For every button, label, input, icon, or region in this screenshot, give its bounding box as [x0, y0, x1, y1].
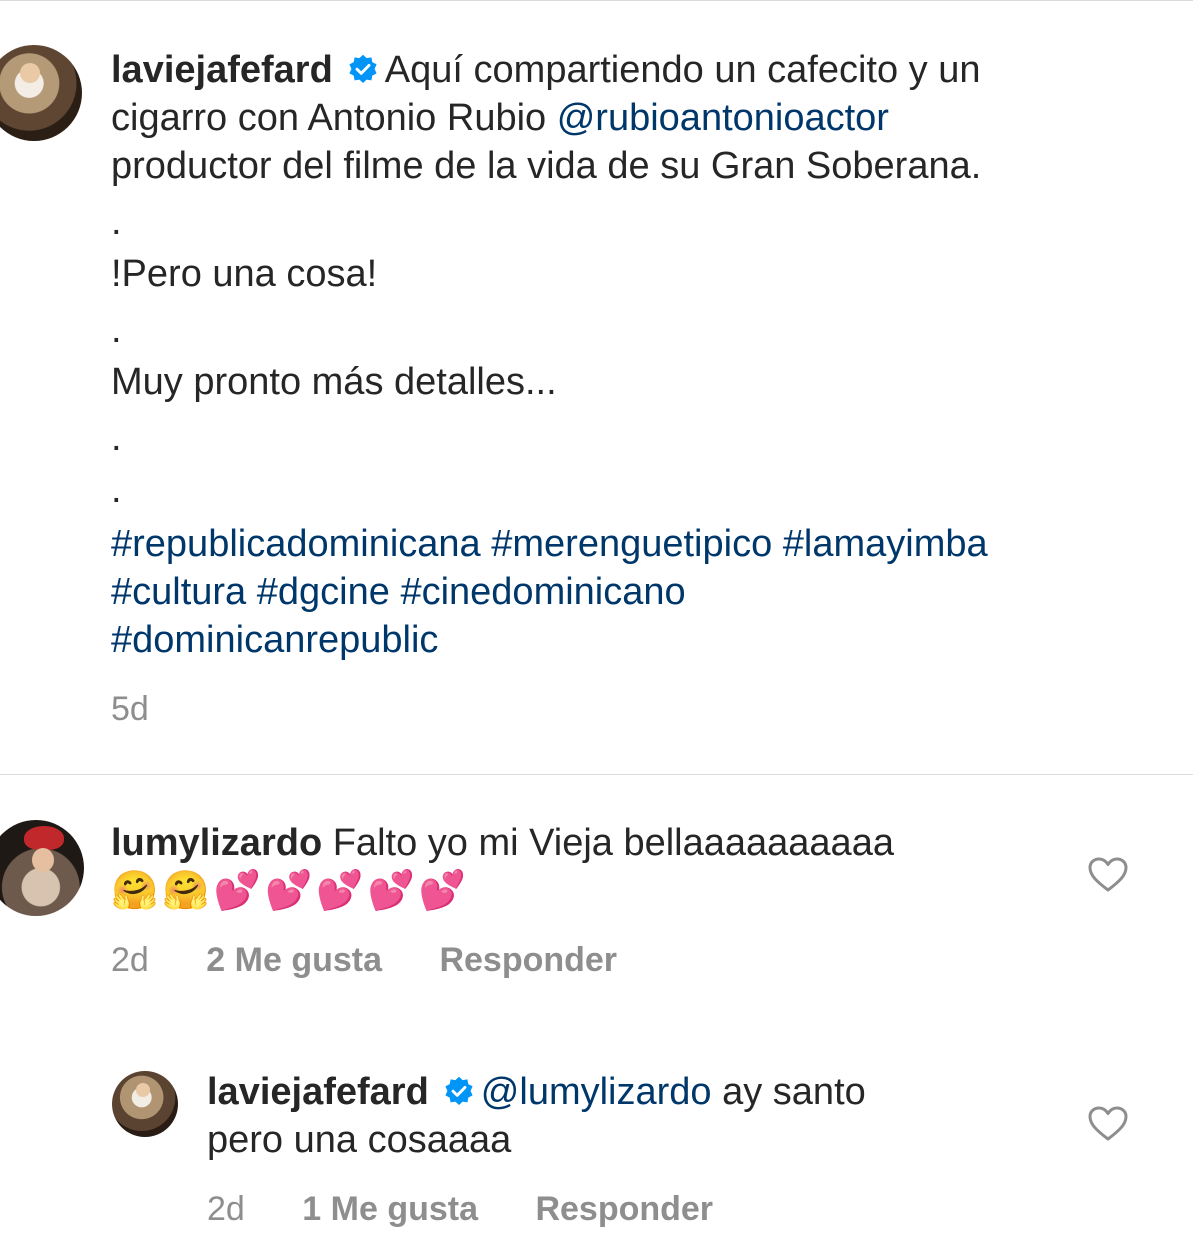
verified-badge-icon [349, 54, 377, 83]
post-timestamp: 5d [111, 689, 197, 729]
caption-dot: . [111, 469, 122, 511]
hashtag-line-1: #republicadominicana #merenguetipico #la… [111, 520, 988, 568]
hashtag-link[interactable]: #cultura [111, 571, 246, 613]
caption-line-3: productor del filme de la vida de su Gra… [111, 145, 982, 187]
post-username[interactable]: laviejafefard [111, 49, 333, 91]
avatar[interactable] [112, 1071, 178, 1137]
hashtag-line-3: #dominicanrepublic [111, 616, 438, 664]
comment-text: Falto yo mi Vieja bellaaaaaaaaaa [332, 822, 894, 864]
reply-likes[interactable]: 1 Me gusta [302, 1190, 478, 1228]
hashtag-link[interactable]: #lamayimba [783, 523, 988, 565]
reply-username[interactable]: laviejafefard [207, 1071, 429, 1113]
comment-time[interactable]: 2d [111, 941, 149, 979]
hashtag-link[interactable]: #cinedominicano [400, 571, 685, 613]
post-time[interactable]: 5d [111, 690, 149, 728]
reply-meta: 2d 1 Me gusta Responder [207, 1189, 761, 1229]
hashtag-link[interactable]: #merenguetipico [491, 523, 772, 565]
reply-line-2: pero una cosaaaa [207, 1119, 512, 1161]
comment-meta: 2d 2 Me gusta Responder [111, 940, 665, 980]
caption-line-2: cigarro con Antonio Rubio @rubioantonioa… [111, 94, 889, 142]
reply-line-1: laviejafefard @lumylizardo ay santo [207, 1068, 866, 1116]
avatar[interactable] [0, 820, 84, 916]
caption-line-1: laviejafefard Aquí compartiendo un cafeci… [111, 46, 981, 94]
heart-icon[interactable] [1088, 857, 1128, 893]
heart-icon[interactable] [1088, 1106, 1128, 1142]
hashtag-link[interactable]: #dominicanrepublic [111, 619, 438, 661]
reply-button[interactable]: Responder [535, 1190, 713, 1228]
comment-likes[interactable]: 2 Me gusta [206, 941, 382, 979]
avatar[interactable] [0, 45, 82, 141]
reply-time[interactable]: 2d [207, 1190, 245, 1228]
reply-text: ay santo [711, 1071, 866, 1113]
caption-dot: . [111, 201, 122, 243]
caption-line-pronto: Muy pronto más detalles... [111, 361, 557, 403]
caption-dot: . [111, 309, 122, 351]
mention-link[interactable]: @lumylizardo [481, 1071, 712, 1113]
comment-emojis: 🤗🤗💕💕💕💕💕 [111, 870, 471, 912]
hashtag-line-2: #cultura #dgcine #cinedominicano [111, 568, 686, 616]
reply-button[interactable]: Responder [439, 941, 617, 979]
caption-text: cigarro con Antonio Rubio [111, 97, 557, 139]
hashtag-link[interactable]: #republicadominicana [111, 523, 481, 565]
caption-line-pero: !Pero una cosa! [111, 253, 378, 295]
top-divider [0, 0, 1193, 1]
comment-line-1: lumylizardo Falto yo mi Vieja bellaaaaaa… [111, 819, 894, 867]
caption-text: Aquí compartiendo un cafecito y un [384, 49, 981, 91]
section-divider [0, 774, 1193, 775]
caption-dot: . [111, 417, 122, 459]
comment-username[interactable]: lumylizardo [111, 822, 322, 864]
verified-badge-icon [445, 1076, 473, 1105]
mention-link[interactable]: @rubioantonioactor [557, 97, 889, 139]
hashtag-link[interactable]: #dgcine [257, 571, 390, 613]
